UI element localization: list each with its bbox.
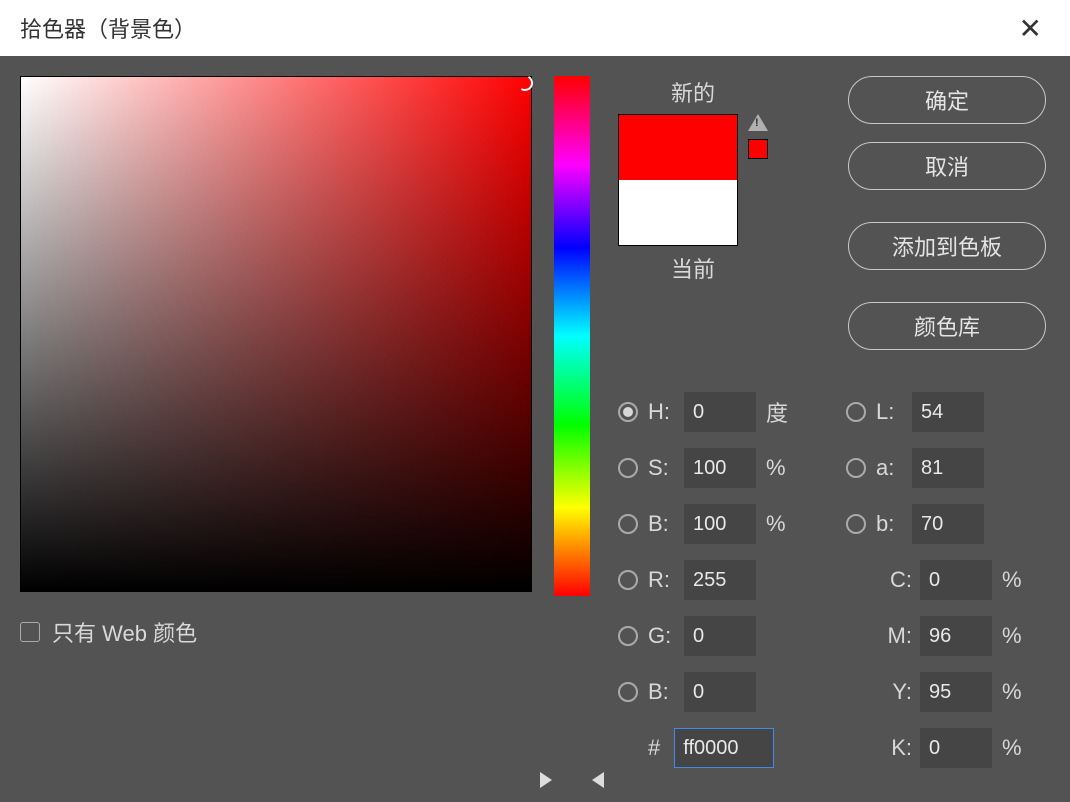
content: 只有 Web 颜色 新的 当前 确定 取消 添加到色板 颜色库 bbox=[0, 56, 1070, 802]
l-row: L: bbox=[846, 390, 1066, 434]
bhsb-radio[interactable] bbox=[618, 514, 638, 534]
hex-prefix: # bbox=[648, 735, 660, 761]
brgb-row: B: bbox=[618, 670, 838, 714]
h-row: H: 度 bbox=[618, 390, 838, 434]
s-label: S: bbox=[648, 455, 684, 481]
k-unit: % bbox=[1002, 735, 1026, 761]
m-input[interactable] bbox=[920, 616, 992, 656]
g-input[interactable] bbox=[684, 616, 756, 656]
s-unit: % bbox=[766, 455, 790, 481]
bhsb-label: B: bbox=[648, 511, 684, 537]
ok-button[interactable]: 确定 bbox=[848, 76, 1046, 124]
m-unit: % bbox=[1002, 623, 1026, 649]
titlebar: 拾色器（背景色） ✕ bbox=[0, 0, 1070, 56]
bhsb-row: B: % bbox=[618, 502, 838, 546]
blab-row: b: bbox=[846, 502, 1066, 546]
y-input[interactable] bbox=[920, 672, 992, 712]
a-row: a: bbox=[846, 446, 1066, 490]
s-radio[interactable] bbox=[618, 458, 638, 478]
new-label: 新的 bbox=[671, 76, 715, 108]
web-only-row: 只有 Web 颜色 bbox=[20, 616, 532, 648]
k-row: K: % bbox=[846, 726, 1066, 770]
gamut-warning-icon[interactable] bbox=[748, 114, 768, 131]
blab-input[interactable] bbox=[912, 504, 984, 544]
hex-input[interactable] bbox=[674, 728, 774, 768]
current-color-swatch[interactable] bbox=[619, 180, 737, 245]
cancel-button[interactable]: 取消 bbox=[848, 142, 1046, 190]
gamut-swatch[interactable] bbox=[748, 139, 768, 159]
c-row: C: % bbox=[846, 558, 1066, 602]
add-swatches-button[interactable]: 添加到色板 bbox=[848, 222, 1046, 270]
hue-slider[interactable] bbox=[554, 76, 590, 782]
c-input[interactable] bbox=[920, 560, 992, 600]
g-label: G: bbox=[648, 623, 684, 649]
a-radio[interactable] bbox=[846, 458, 866, 478]
hue-arrow-right-icon bbox=[592, 772, 604, 788]
k-label: K: bbox=[876, 735, 912, 761]
brgb-input[interactable] bbox=[684, 672, 756, 712]
left-panel: 只有 Web 颜色 bbox=[20, 76, 532, 782]
color-field-cursor-icon bbox=[515, 73, 535, 93]
buttons: 确定 取消 添加到色板 颜色库 bbox=[848, 76, 1046, 350]
s-row: S: % bbox=[618, 446, 838, 490]
m-row: M: % bbox=[846, 614, 1066, 658]
values-grid: H: 度 L: S: % a: B: % bbox=[618, 390, 1050, 770]
brgb-radio[interactable] bbox=[618, 682, 638, 702]
l-input[interactable] bbox=[912, 392, 984, 432]
color-field[interactable] bbox=[20, 76, 532, 592]
blab-label: b: bbox=[876, 511, 912, 537]
preview-box bbox=[618, 114, 738, 246]
new-color-swatch[interactable] bbox=[619, 115, 737, 180]
g-radio[interactable] bbox=[618, 626, 638, 646]
h-unit: 度 bbox=[766, 396, 790, 428]
blab-radio[interactable] bbox=[846, 514, 866, 534]
bhsb-input[interactable] bbox=[684, 504, 756, 544]
y-unit: % bbox=[1002, 679, 1026, 705]
m-label: M: bbox=[876, 623, 912, 649]
h-radio[interactable] bbox=[618, 402, 638, 422]
y-row: Y: % bbox=[846, 670, 1066, 714]
bhsb-unit: % bbox=[766, 511, 790, 537]
current-label: 当前 bbox=[671, 252, 715, 284]
k-input[interactable] bbox=[920, 728, 992, 768]
close-icon[interactable]: ✕ bbox=[1011, 8, 1050, 49]
r-radio[interactable] bbox=[618, 570, 638, 590]
c-label: C: bbox=[876, 567, 912, 593]
web-only-checkbox[interactable] bbox=[20, 622, 40, 642]
hue-arrow-left-icon bbox=[540, 772, 552, 788]
brgb-label: B: bbox=[648, 679, 684, 705]
c-unit: % bbox=[1002, 567, 1026, 593]
h-input[interactable] bbox=[684, 392, 756, 432]
l-radio[interactable] bbox=[846, 402, 866, 422]
a-input[interactable] bbox=[912, 448, 984, 488]
window-title: 拾色器（背景色） bbox=[20, 12, 196, 44]
s-input[interactable] bbox=[684, 448, 756, 488]
y-label: Y: bbox=[876, 679, 912, 705]
g-row: G: bbox=[618, 614, 838, 658]
hue-strip[interactable] bbox=[554, 76, 590, 596]
hex-row: # bbox=[618, 726, 838, 770]
color-libraries-button[interactable]: 颜色库 bbox=[848, 302, 1046, 350]
r-row: R: bbox=[618, 558, 838, 602]
r-label: R: bbox=[648, 567, 684, 593]
r-input[interactable] bbox=[684, 560, 756, 600]
l-label: L: bbox=[876, 399, 912, 425]
a-label: a: bbox=[876, 455, 912, 481]
web-only-label: 只有 Web 颜色 bbox=[52, 616, 197, 648]
h-label: H: bbox=[648, 399, 684, 425]
